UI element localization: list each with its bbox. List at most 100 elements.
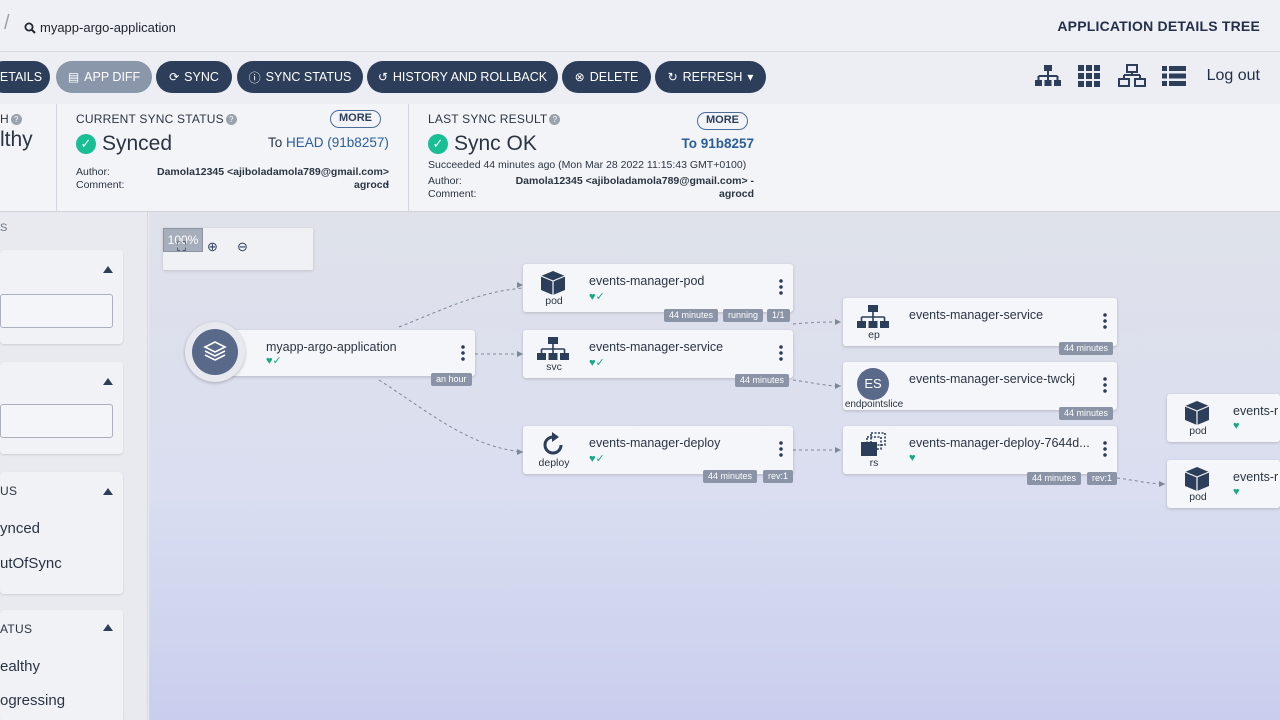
fit-screen-icon[interactable]: ⛶ xyxy=(177,239,186,255)
refresh-label: REFRESH xyxy=(682,70,743,84)
pod-node[interactable]: pod events-manager-pod ♥✓ xyxy=(523,264,793,312)
file-icon: ▤ xyxy=(67,70,80,84)
zoom-in-icon[interactable]: ⊕ xyxy=(207,239,218,255)
kebab-menu-icon[interactable] xyxy=(779,344,783,362)
app-node[interactable]: myapp-argo-application ♥✓ xyxy=(229,330,475,376)
help-icon[interactable]: ? xyxy=(225,114,237,126)
chevron-up-icon[interactable] xyxy=(103,378,113,385)
chevron-up-icon[interactable] xyxy=(103,488,113,495)
top-bar: / myapp-argo-application APPLICATION DET… xyxy=(0,0,1280,52)
chevron-up-icon[interactable] xyxy=(103,266,113,273)
health-label: H xyxy=(0,112,9,126)
refresh-button[interactable]: ↻ REFRESH ▾ xyxy=(655,61,766,93)
kebab-menu-icon[interactable] xyxy=(779,278,783,296)
logout-link[interactable]: Log out xyxy=(1207,67,1260,85)
filter-panel-kind xyxy=(0,362,123,454)
app-health-section: H? lthy xyxy=(0,104,56,212)
revision-link[interactable]: HEAD (91b8257) xyxy=(286,135,389,150)
filter-synced[interactable]: ynced xyxy=(0,520,40,537)
cube-icon xyxy=(1177,400,1217,426)
current-sync-more-button[interactable]: MORE xyxy=(330,110,381,128)
network-icon xyxy=(533,336,573,362)
health-icon: ♥ xyxy=(909,452,916,464)
page-title: APPLICATION DETAILS TREE xyxy=(1057,18,1260,34)
delete-label: DELETE xyxy=(589,70,639,84)
help-icon[interactable]: ? xyxy=(10,114,22,126)
pod-node[interactable]: pod events-r ♥ xyxy=(1167,394,1280,442)
list-view-icon[interactable] xyxy=(1160,64,1188,88)
filter-outofsync[interactable]: utOfSync xyxy=(0,555,62,572)
kind-filter-input[interactable] xyxy=(0,404,113,438)
endpointslice-badge-icon: ES xyxy=(857,368,889,400)
age-tag: an hour xyxy=(431,373,472,386)
current-sync-value: Synced xyxy=(102,132,173,155)
info-icon: ⓘ xyxy=(248,70,261,85)
author-label: Author: xyxy=(428,175,462,187)
sync-button[interactable]: ⟳ SYNC xyxy=(156,61,232,93)
zoom-out-icon[interactable]: ⊖ xyxy=(237,239,248,255)
tree-view-icon[interactable] xyxy=(1034,64,1062,88)
chevron-up-icon[interactable] xyxy=(103,624,113,631)
service-node[interactable]: svc events-manager-service ♥✓ xyxy=(523,330,793,378)
health-value: lthy xyxy=(0,128,33,151)
delete-button[interactable]: ⊗ DELETE xyxy=(562,61,651,93)
ready-tag: 1/1 xyxy=(767,309,790,322)
pod-node-name: events-r xyxy=(1233,404,1279,418)
age-tag: 44 minutes xyxy=(664,309,719,322)
current-sync-section: CURRENT SYNC STATUS? MORE ✓ Synced To HEA… xyxy=(76,104,394,212)
sync-icon: ⟳ xyxy=(169,70,180,84)
pods-view-icon[interactable] xyxy=(1076,64,1104,88)
endpointslice-node-name: events-manager-service-twckj xyxy=(909,372,1076,386)
breadcrumb-search[interactable]: myapp-argo-application xyxy=(24,20,176,35)
kebab-menu-icon[interactable] xyxy=(1103,440,1107,458)
filter-progressing[interactable]: ogressing xyxy=(0,692,65,709)
author-label: Author: xyxy=(76,166,110,178)
pod-node[interactable]: pod events-r ♥ xyxy=(1167,460,1280,508)
kind-label: rs xyxy=(869,457,879,469)
pod-node-name: events-r xyxy=(1233,470,1279,484)
breadcrumb-app-name: myapp-argo-application xyxy=(40,20,176,35)
endpoints-node[interactable]: ep events-manager-service xyxy=(843,298,1117,346)
age-tag: 44 minutes xyxy=(1059,342,1114,355)
age-tag: 44 minutes xyxy=(735,374,790,387)
replicaset-node[interactable]: rs events-manager-deploy-7644d... ♥ xyxy=(843,426,1117,474)
endpoints-node-name: events-manager-service xyxy=(909,308,1044,322)
kebab-menu-icon[interactable] xyxy=(779,440,783,458)
kebab-menu-icon[interactable] xyxy=(1103,312,1107,330)
endpointslice-node[interactable]: ES endpointslice events-manager-service-… xyxy=(843,362,1117,410)
health-sync-icons: ♥✓ xyxy=(266,355,282,367)
network-icon xyxy=(853,304,893,330)
network-view-icon[interactable] xyxy=(1118,64,1146,88)
app-icon-circle xyxy=(185,322,245,382)
deployment-node[interactable]: deploy events-manager-deploy ♥✓ xyxy=(523,426,793,474)
pod-node-name: events-manager-pod xyxy=(589,274,705,288)
deployment-node-name: events-manager-deploy xyxy=(589,436,721,450)
kind-label: deploy xyxy=(538,457,570,469)
name-filter-input[interactable] xyxy=(0,294,113,328)
app-diff-label: APP DIFF xyxy=(84,70,141,84)
comment-label: Comment: xyxy=(428,188,477,200)
details-button[interactable]: ETAILS xyxy=(0,61,50,93)
zoom-controls: ⛶ ⊕ ⊖ 100% xyxy=(163,228,313,270)
last-sync-more-button[interactable]: MORE xyxy=(697,112,748,130)
kebab-menu-icon[interactable] xyxy=(1103,376,1107,394)
app-diff-button[interactable]: ▤ APP DIFF xyxy=(56,61,152,93)
search-icon xyxy=(24,22,36,34)
help-icon[interactable]: ? xyxy=(549,114,561,126)
kind-label: pod xyxy=(1189,425,1207,437)
filter-healthy[interactable]: ealthy xyxy=(0,658,40,675)
kind-label: ep xyxy=(868,329,880,341)
kebab-menu-icon[interactable] xyxy=(461,344,465,362)
resource-tree-canvas[interactable]: ⛶ ⊕ ⊖ 100% myapp-argo-application ♥✓ an … xyxy=(149,212,1280,720)
caret-down-icon: ▾ xyxy=(747,70,754,84)
details-label: ETAILS xyxy=(0,70,43,84)
revision-link[interactable]: To 91b8257 xyxy=(658,136,754,151)
layers-icon xyxy=(192,329,238,375)
comment-value: agrocd xyxy=(353,179,389,191)
health-icon: ♥ xyxy=(1233,420,1240,432)
revision-tag: rev:1 xyxy=(763,470,794,483)
history-rollback-button[interactable]: ↺ HISTORY AND ROLLBACK xyxy=(367,61,558,93)
sync-status-button[interactable]: ⓘ SYNC STATUS xyxy=(237,61,363,93)
filter-panel-name xyxy=(0,250,123,344)
divider xyxy=(56,104,57,212)
